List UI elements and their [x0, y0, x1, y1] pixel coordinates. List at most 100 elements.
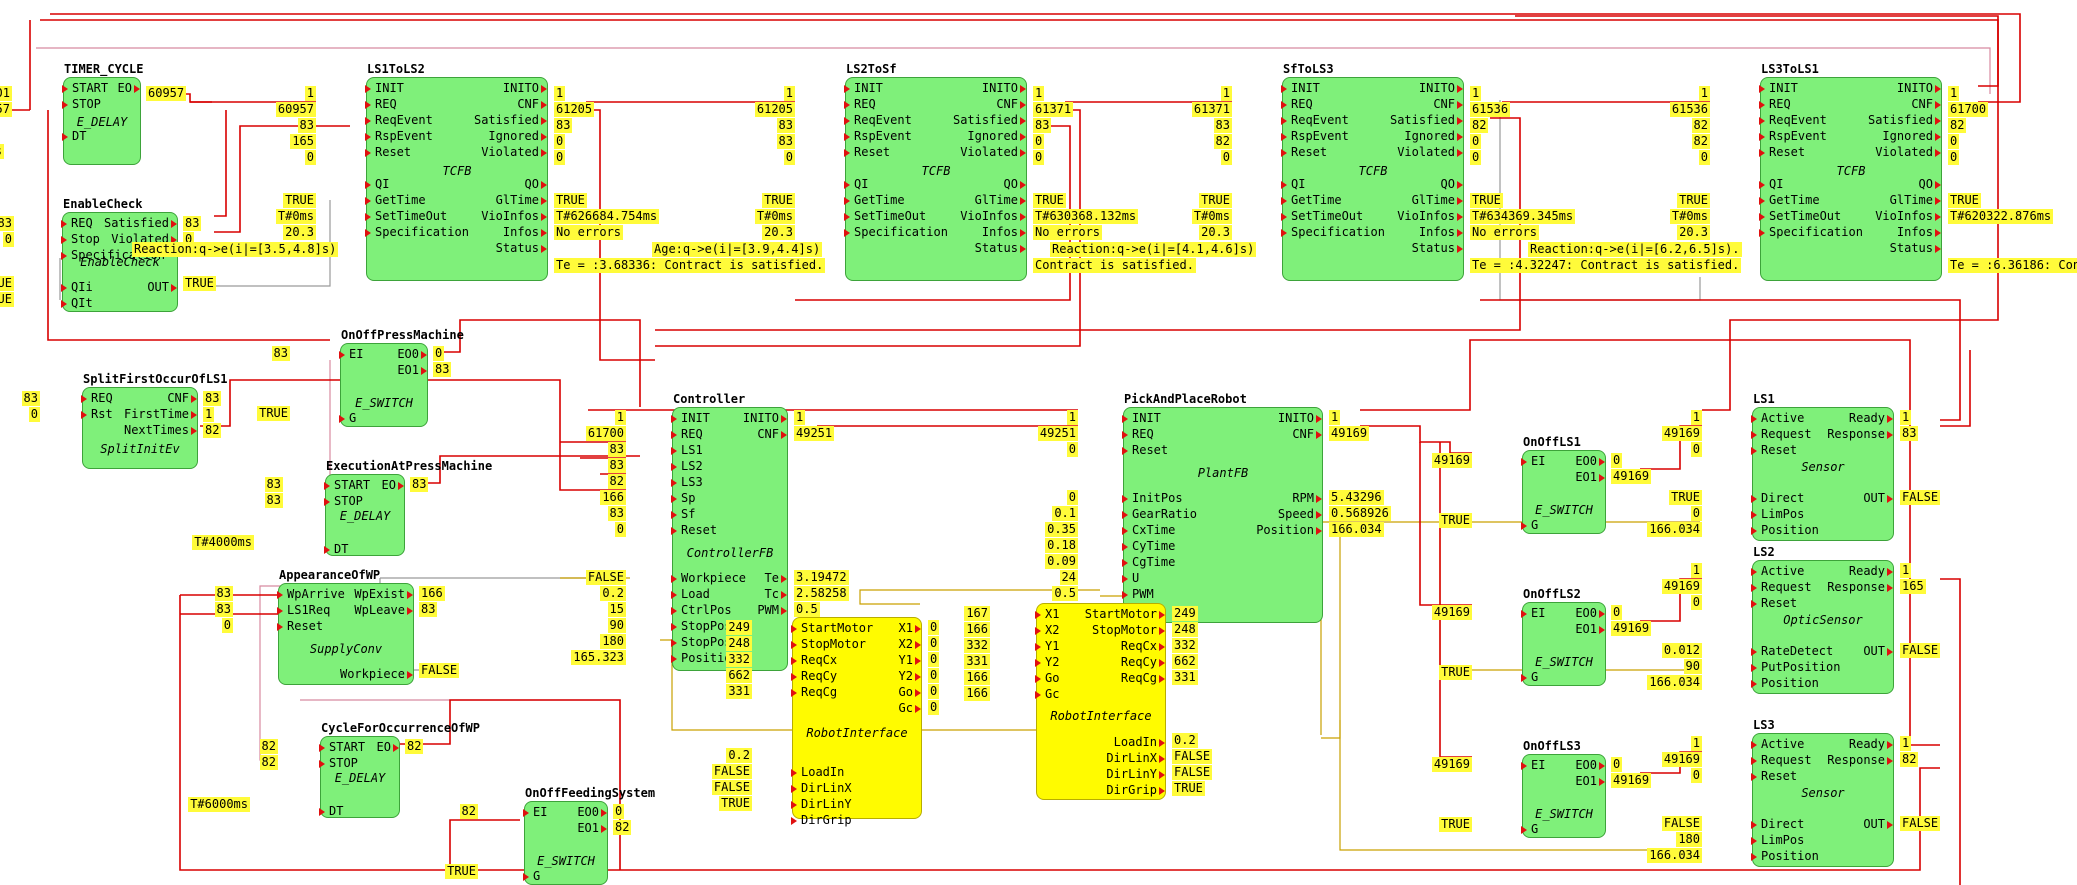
fb-onofffeedingsystem[interactable]: OnOffFeedingSystem EI G EO0 EO1 E_SWITCH — [522, 786, 655, 885]
input-port-g[interactable]: G — [1520, 669, 1538, 685]
output-port-status[interactable]: Status — [1412, 240, 1464, 256]
fb-ls3[interactable]: LS3 Active Request Reset Direct LimPos Positio… — [1750, 718, 1894, 867]
output-port-pwm[interactable]: PWM — [757, 602, 787, 618]
input-port-settimeout[interactable]: SetTimeOut — [364, 208, 447, 224]
output-port-ignored[interactable]: Ignored — [1882, 128, 1941, 144]
input-port-ctrlpos[interactable]: CtrlPos — [671, 602, 732, 618]
output-port-reqcy[interactable]: ReqCy — [1121, 654, 1166, 670]
input-port-limpos[interactable]: LimPos — [1750, 506, 1804, 522]
input-port-req[interactable]: REQ — [61, 215, 93, 231]
output-port-startmotor[interactable]: StartMotor — [1085, 606, 1166, 622]
input-port-direct[interactable]: Direct — [1750, 816, 1804, 832]
output-port-cnf[interactable]: CNF — [996, 96, 1026, 112]
input-port-reqevent[interactable]: ReqEvent — [844, 112, 912, 128]
input-port-settimeout[interactable]: SetTimeOut — [843, 208, 926, 224]
output-port-infos[interactable]: Infos — [1419, 224, 1464, 240]
output-port-response[interactable]: Response — [1827, 579, 1893, 595]
fb-splitfirstoccurofls1[interactable]: SplitFirstOccurOfLS1 REQ Rst CNF FirstTime Ne… — [81, 372, 228, 469]
output-port-wpexist[interactable]: WpExist — [354, 586, 413, 602]
output-port-out[interactable]: OUT — [1863, 643, 1893, 659]
input-port-req[interactable]: REQ — [81, 390, 113, 406]
input-port-stop[interactable]: STOP — [62, 96, 101, 112]
input-port-active[interactable]: Active — [1750, 563, 1804, 579]
input-port-reset[interactable]: Reset — [1750, 442, 1797, 458]
fb-ls2[interactable]: LS2 Active Request Reset RateDetect PutPositi… — [1750, 545, 1894, 694]
output-port-cnf[interactable]: CNF — [1292, 426, 1322, 442]
input-port-dirlinx[interactable]: DirLinX — [791, 780, 852, 796]
fb-appearanceofwp[interactable]: AppearanceOfWP WpArrive LS1Req Reset WpExist… — [276, 568, 414, 685]
output-port-inito[interactable]: INITO — [1419, 80, 1464, 96]
output-port-eo1[interactable]: EO1 — [1575, 621, 1605, 637]
input-port-specification[interactable]: Specification — [1759, 224, 1863, 240]
input-port-start[interactable]: START — [61, 80, 108, 96]
input-port-ei[interactable]: EI — [338, 346, 363, 362]
output-port-satisfied[interactable]: Satisfied — [1868, 112, 1942, 128]
fb-onoffls3[interactable]: OnOffLS3 EI G EO0 EO1 E_SWITCH — [1520, 739, 1606, 838]
input-port-req[interactable]: REQ — [1122, 426, 1154, 442]
output-port-go[interactable]: Go — [899, 684, 922, 700]
output-port-qo[interactable]: QO — [1919, 176, 1942, 192]
input-port-dt[interactable]: DT — [318, 803, 343, 819]
input-port-g[interactable]: G — [1520, 517, 1538, 533]
input-port-settimeout[interactable]: SetTimeOut — [1758, 208, 1841, 224]
output-port-violated[interactable]: Violated — [1397, 144, 1463, 160]
output-port-eo0[interactable]: EO0 — [1575, 757, 1605, 773]
input-port-ls1req[interactable]: LS1Req — [276, 602, 330, 618]
output-port-response[interactable]: Response — [1827, 426, 1893, 442]
output-port-y2[interactable]: Y2 — [899, 668, 922, 684]
input-port-rspevent[interactable]: RspEvent — [844, 128, 912, 144]
input-port-dirliny[interactable]: DirLinY — [791, 796, 852, 812]
input-port-workpiece[interactable]: Workpiece — [670, 570, 746, 586]
input-port-reset[interactable]: Reset — [364, 144, 411, 160]
input-port-dirgrip[interactable]: DirGrip — [791, 812, 852, 828]
output-port-te[interactable]: Te — [765, 570, 788, 586]
input-port-request[interactable]: Request — [1751, 426, 1812, 442]
input-port-y1[interactable]: Y1 — [1034, 638, 1059, 654]
output-port-inito[interactable]: INITO — [743, 410, 788, 426]
output-port-ignored[interactable]: Ignored — [1404, 128, 1463, 144]
output-port-qo[interactable]: QO — [1004, 176, 1027, 192]
input-port-putposition[interactable]: PutPosition — [1750, 659, 1840, 675]
input-port-qit[interactable]: QIt — [61, 295, 93, 311]
input-port-g[interactable]: G — [338, 410, 356, 426]
output-port-satisfied[interactable]: Satisfied — [474, 112, 548, 128]
input-port-init[interactable]: INIT — [1122, 410, 1161, 426]
output-port-out[interactable]: OUT — [147, 279, 177, 295]
input-port-req[interactable]: REQ — [1281, 96, 1313, 112]
fb-enablecheck[interactable]: EnableCheck REQ Stop Specification QIi QIt Sat… — [61, 197, 178, 312]
input-port-req[interactable]: REQ — [844, 96, 876, 112]
fb-cycleforoccurrenceofwp[interactable]: CycleForOccurrenceOfWP START STOP DT EO E_DEL… — [318, 721, 480, 819]
input-port-reqevent[interactable]: ReqEvent — [1759, 112, 1827, 128]
input-port-stop[interactable]: Stop — [61, 231, 100, 247]
output-port-status[interactable]: Status — [1890, 240, 1942, 256]
input-port-u[interactable]: U — [1121, 570, 1139, 586]
output-port-inito[interactable]: INITO — [1897, 80, 1942, 96]
output-port-cnf[interactable]: CNF — [757, 426, 787, 442]
input-port-request[interactable]: Request — [1751, 752, 1812, 768]
input-port-rspevent[interactable]: RspEvent — [1281, 128, 1349, 144]
output-port-dirlinx[interactable]: DirLinX — [1106, 750, 1165, 766]
fb-ls1[interactable]: LS1 Active Request Reset Direct LimPos Positio… — [1750, 392, 1894, 541]
input-port-cytime[interactable]: CyTime — [1121, 538, 1175, 554]
output-port-status[interactable]: Status — [496, 240, 548, 256]
output-port-cnf[interactable]: CNF — [167, 390, 197, 406]
fb-executionatpressmachine[interactable]: ExecutionAtPressMachine START STOP DT EO E_DE… — [323, 459, 492, 557]
output-port-out[interactable]: OUT — [1863, 816, 1893, 832]
input-port-specification[interactable]: Specification — [844, 224, 948, 240]
input-port-ei[interactable]: EI — [1520, 757, 1545, 773]
output-port-y1[interactable]: Y1 — [899, 652, 922, 668]
output-port-satisfied[interactable]: Satisfied — [1390, 112, 1464, 128]
input-port-dt[interactable]: DT — [323, 541, 348, 557]
output-port-x2[interactable]: X2 — [899, 636, 922, 652]
input-port-load[interactable]: Load — [671, 586, 710, 602]
input-port-init[interactable]: INIT — [844, 80, 883, 96]
output-port-wpleave[interactable]: WpLeave — [354, 602, 413, 618]
output-port-eo0[interactable]: EO0 — [1575, 453, 1605, 469]
input-port-qii[interactable]: QIi — [61, 279, 93, 295]
output-port-firsttime[interactable]: FirstTime — [124, 406, 198, 422]
output-port-ignored[interactable]: Ignored — [967, 128, 1026, 144]
fb-ls1tols2[interactable]: LS1ToLS2 INIT REQ ReqEvent RspEvent Reset QI Ge… — [364, 62, 548, 281]
input-port-direct[interactable]: Direct — [1750, 490, 1804, 506]
input-port-startmotor[interactable]: StartMotor — [790, 620, 873, 636]
input-port-sp[interactable]: Sp — [670, 490, 695, 506]
